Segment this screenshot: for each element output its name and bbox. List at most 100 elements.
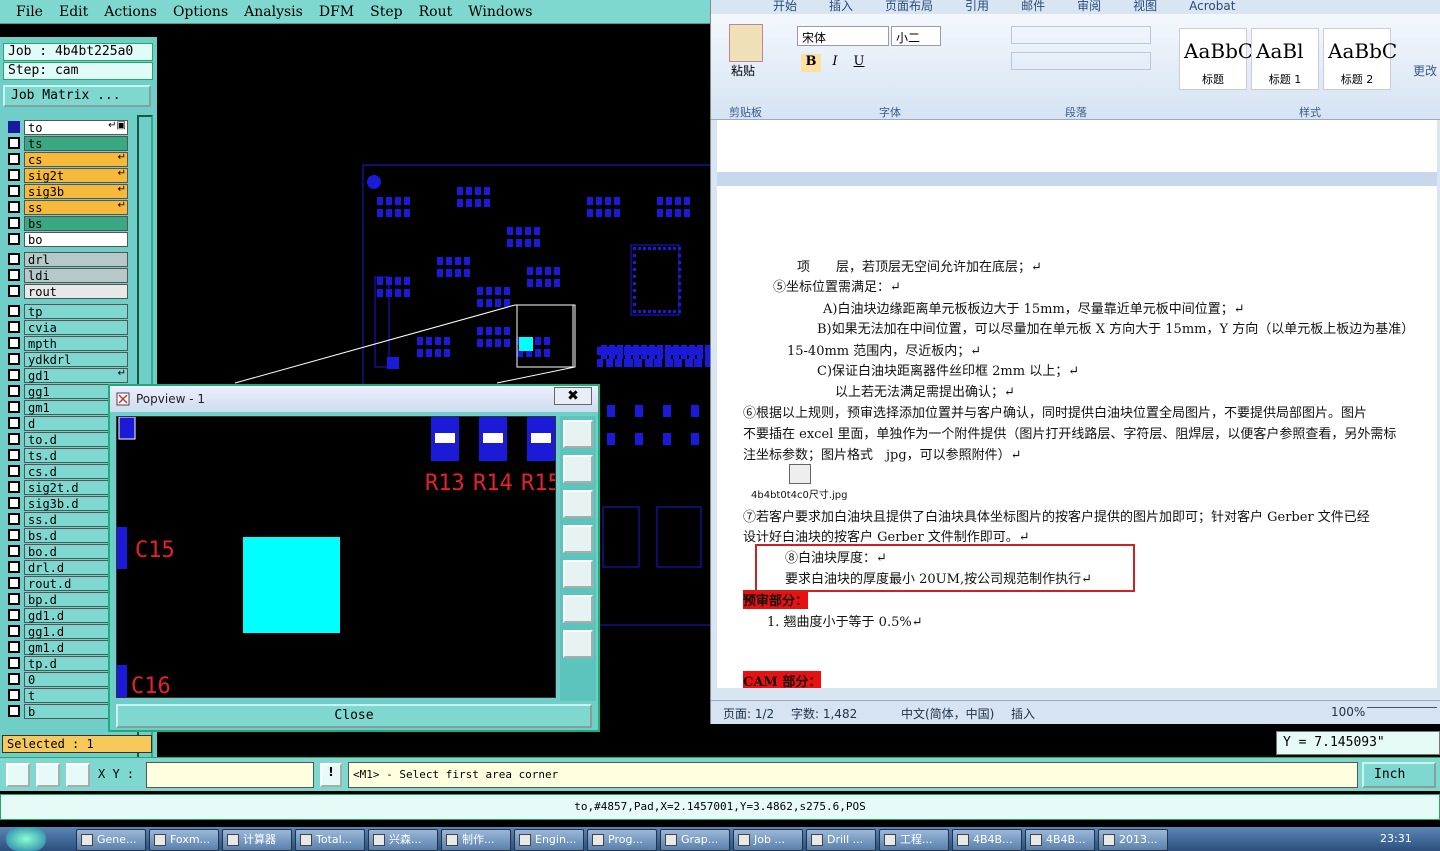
font-size-select[interactable]: 小二 bbox=[891, 26, 941, 46]
pan-left-icon[interactable] bbox=[563, 525, 593, 553]
layer-checkbox[interactable] bbox=[8, 433, 20, 445]
pcb-pad[interactable] bbox=[516, 239, 522, 247]
pcb-pad[interactable] bbox=[495, 327, 501, 335]
menu-actions[interactable]: Actions bbox=[104, 4, 157, 20]
pcb-pad[interactable] bbox=[605, 209, 611, 217]
snap-icon[interactable] bbox=[6, 763, 30, 787]
pcb-pad[interactable] bbox=[486, 287, 492, 295]
taskbar-item[interactable]: 制作... bbox=[441, 829, 511, 851]
popview-zoom-view[interactable]: R13 R14 R15 C15 C16 bbox=[117, 417, 556, 698]
layer-checkbox[interactable] bbox=[8, 577, 20, 589]
layer-name[interactable]: gd1 bbox=[24, 367, 128, 383]
pcb-pad[interactable] bbox=[477, 327, 483, 335]
zoom-region[interactable] bbox=[516, 304, 574, 368]
pcb-pad[interactable] bbox=[633, 303, 636, 306]
layer-checkbox[interactable] bbox=[8, 285, 20, 297]
pcb-pad[interactable] bbox=[475, 187, 481, 195]
pcb-pad[interactable] bbox=[614, 209, 620, 217]
layer-checkbox[interactable] bbox=[8, 253, 20, 265]
align-buttons[interactable] bbox=[1011, 52, 1151, 70]
pcb-pad[interactable] bbox=[417, 337, 423, 345]
pcb-pad[interactable] bbox=[657, 209, 663, 217]
attachment-icon[interactable] bbox=[789, 464, 811, 484]
measure-icon[interactable] bbox=[36, 763, 60, 787]
list-buttons[interactable] bbox=[1011, 26, 1151, 44]
pcb-pad[interactable] bbox=[426, 349, 432, 357]
layer-checkbox[interactable] bbox=[8, 545, 20, 557]
layer-name[interactable]: ss bbox=[24, 199, 128, 215]
layer-checkbox[interactable] bbox=[8, 417, 20, 429]
pcb-pad[interactable] bbox=[426, 337, 432, 345]
zoom-out-icon[interactable] bbox=[563, 630, 593, 658]
pcb-pad[interactable] bbox=[377, 197, 383, 205]
pcb-pad[interactable] bbox=[457, 199, 463, 207]
pcb-pad[interactable] bbox=[658, 247, 661, 250]
pcb-pad[interactable] bbox=[544, 349, 550, 357]
layer-row[interactable]: bs bbox=[4, 215, 128, 231]
pcb-pad[interactable] bbox=[516, 227, 522, 235]
pcb-pad[interactable] bbox=[444, 337, 450, 345]
layer-name[interactable]: tp bbox=[24, 303, 128, 319]
layer-row[interactable]: cs ↵ bbox=[4, 151, 128, 167]
pcb-pad[interactable] bbox=[633, 261, 636, 264]
pcb-pad[interactable] bbox=[678, 275, 681, 278]
pcb-pad[interactable] bbox=[457, 187, 463, 195]
document-page[interactable]: 项 层，若顶层无空间允许加在底层；↵ ⑤坐标位置需满足：↵ A)白油块边缘距离单元板… bbox=[717, 120, 1437, 688]
layer-checkbox[interactable] bbox=[8, 385, 20, 397]
pcb-pad[interactable] bbox=[638, 247, 641, 250]
layer-row[interactable]: to ↵▣ bbox=[4, 119, 128, 135]
layer-checkbox[interactable] bbox=[8, 217, 20, 229]
layer-name[interactable]: cs bbox=[24, 151, 128, 167]
pcb-pad[interactable] bbox=[663, 247, 666, 250]
pcb-pad[interactable] bbox=[387, 357, 399, 369]
pcb-pad[interactable] bbox=[641, 345, 647, 359]
pan-up-icon[interactable] bbox=[563, 455, 593, 483]
pcb-pad[interactable] bbox=[648, 247, 651, 250]
pcb-pad[interactable] bbox=[657, 345, 663, 359]
layer-name[interactable]: sig2t bbox=[24, 167, 128, 183]
layer-name[interactable]: cvia bbox=[24, 319, 128, 335]
pcb-pad[interactable] bbox=[658, 310, 661, 313]
pcb-pad[interactable] bbox=[554, 267, 560, 275]
layer-row[interactable]: sig3b ↵ bbox=[4, 183, 128, 199]
layer-checkbox[interactable] bbox=[8, 465, 20, 477]
taskbar-item[interactable]: 4B4B... bbox=[952, 829, 1022, 851]
pcb-pad[interactable] bbox=[625, 345, 631, 359]
pcb-pad[interactable] bbox=[607, 405, 615, 417]
pcb-pad[interactable] bbox=[554, 279, 560, 287]
italic-button[interactable]: I bbox=[825, 54, 845, 72]
pcb-pad[interactable] bbox=[614, 197, 620, 205]
menu-windows[interactable]: Windows bbox=[468, 4, 532, 20]
pcb-pad[interactable] bbox=[678, 289, 681, 292]
ribbon-tab[interactable]: 开始 bbox=[773, 0, 797, 14]
pcb-pad[interactable] bbox=[464, 257, 470, 265]
layer-checkbox[interactable] bbox=[8, 201, 20, 213]
pcb-pad[interactable] bbox=[691, 405, 699, 417]
pcb-pad[interactable] bbox=[678, 268, 681, 271]
pcb-pad[interactable] bbox=[673, 247, 676, 250]
layer-name[interactable]: mpth bbox=[24, 335, 128, 351]
pcb-pad[interactable] bbox=[435, 349, 441, 357]
ribbon-tab[interactable]: 审阅 bbox=[1077, 0, 1101, 14]
pcb-pad[interactable] bbox=[477, 287, 483, 295]
word-count[interactable]: 字数: 1,482 bbox=[791, 705, 857, 722]
layer-checkbox[interactable] bbox=[8, 353, 20, 365]
pcb-pad[interactable] bbox=[678, 261, 681, 264]
layer-checkbox[interactable] bbox=[8, 609, 20, 621]
layer-name[interactable]: drl bbox=[24, 251, 128, 267]
pcb-pad[interactable] bbox=[395, 209, 401, 217]
pcb-pad[interactable] bbox=[633, 275, 636, 278]
pcb-pad[interactable] bbox=[633, 345, 639, 359]
pcb-pad[interactable] bbox=[647, 359, 653, 367]
pcb-pad[interactable] bbox=[656, 506, 702, 568]
layer-name[interactable]: bo bbox=[24, 231, 128, 247]
pcb-pad[interactable] bbox=[607, 433, 615, 445]
popview-close-icon[interactable]: ✖ bbox=[554, 387, 592, 405]
pcb-pad[interactable] bbox=[544, 337, 550, 345]
pcb-pad[interactable] bbox=[477, 299, 483, 307]
pcb-pad[interactable] bbox=[633, 254, 636, 257]
pcb-pad[interactable] bbox=[666, 209, 672, 217]
pcb-pad[interactable] bbox=[673, 345, 679, 359]
pcb-pad[interactable] bbox=[687, 359, 693, 367]
pcb-pad[interactable] bbox=[444, 349, 450, 357]
